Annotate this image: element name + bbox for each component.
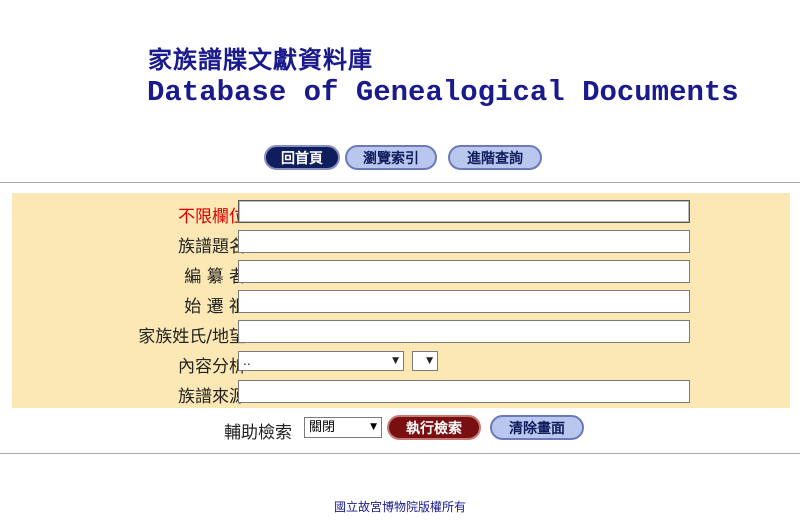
form-row-any-field: 不限欄位 xyxy=(12,199,790,227)
compiler-label: 編 纂 者 xyxy=(184,267,246,287)
surname-label: 家族姓氏/地望 xyxy=(138,327,246,347)
content-analysis-subselect[interactable]: ▼ xyxy=(412,351,438,371)
ancestor-input[interactable] xyxy=(238,290,690,313)
any-field-input[interactable] xyxy=(238,200,690,223)
bottom-divider xyxy=(0,453,800,454)
browse-index-button[interactable]: 瀏覽索引 xyxy=(345,145,437,170)
main-nav: 回首頁 瀏覽索引 進階查詢 xyxy=(0,145,800,171)
surname-input[interactable] xyxy=(238,320,690,343)
clear-screen-button[interactable]: 清除畫面 xyxy=(490,415,584,440)
source-input[interactable] xyxy=(238,380,690,403)
dropdown-arrow-icon: ▼ xyxy=(426,356,433,366)
action-row: 輔助檢索 關閉 ▼ 執行檢索 清除畫面 xyxy=(0,413,800,443)
advanced-search-button[interactable]: 進階查詢 xyxy=(448,145,542,170)
aux-search-select[interactable]: 關閉 ▼ xyxy=(304,417,382,438)
page-title-english: Database of Genealogical Documents xyxy=(147,76,739,109)
top-divider xyxy=(0,182,800,183)
content-analysis-label: 內容分析 xyxy=(178,357,246,377)
title-input[interactable] xyxy=(238,230,690,253)
title-label: 族譜題名 xyxy=(178,237,246,257)
compiler-input[interactable] xyxy=(238,260,690,283)
aux-search-label: 輔助檢索 xyxy=(224,423,292,443)
source-label: 族譜來源 xyxy=(178,387,246,407)
any-field-label: 不限欄位 xyxy=(178,207,246,227)
dropdown-arrow-icon: ▼ xyxy=(392,356,399,366)
page-title-chinese: 家族譜牒文獻資料庫 xyxy=(148,45,373,74)
form-row-surname: 家族姓氏/地望 xyxy=(12,319,790,347)
form-row-title: 族譜題名 xyxy=(12,229,790,257)
form-row-compiler: 編 纂 者 xyxy=(12,259,790,287)
copyright-text: 國立故宮博物院版權所有 xyxy=(333,500,466,514)
form-row-ancestor: 始 遷 祖 xyxy=(12,289,790,317)
content-analysis-select-value: .. xyxy=(243,354,251,368)
ancestor-label: 始 遷 祖 xyxy=(184,297,246,317)
home-button[interactable]: 回首頁 xyxy=(264,145,340,170)
search-form-panel: 不限欄位 族譜題名 編 纂 者 始 遷 祖 家族姓氏/地望 內容分析 .. ▼ … xyxy=(12,193,790,408)
content-analysis-select[interactable]: .. ▼ xyxy=(238,351,404,371)
aux-search-select-value: 關閉 xyxy=(309,420,336,435)
form-row-source: 族譜來源 xyxy=(12,379,790,407)
execute-search-button[interactable]: 執行檢索 xyxy=(387,415,481,440)
form-row-content-analysis: 內容分析 .. ▼ ▼ xyxy=(12,349,790,377)
dropdown-arrow-icon: ▼ xyxy=(370,422,377,432)
